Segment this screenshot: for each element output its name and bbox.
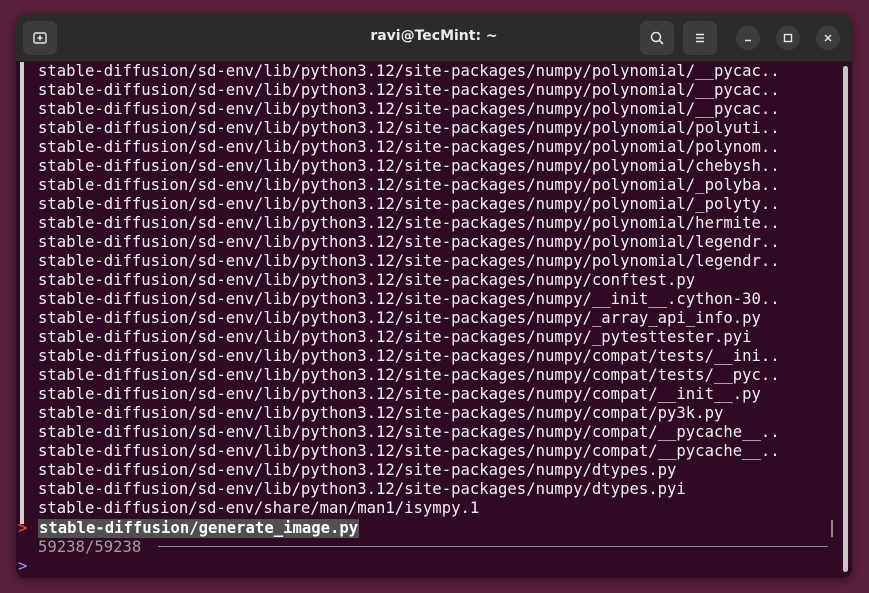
list-item[interactable]: stable-diffusion/sd-env/lib/python3.12/s… [38,100,780,119]
list-item[interactable]: stable-diffusion/sd-env/lib/python3.12/s… [38,176,780,195]
list-item[interactable]: stable-diffusion/sd-env/lib/python3.12/s… [38,157,780,176]
list-item[interactable]: stable-diffusion/sd-env/lib/python3.12/s… [38,195,780,214]
title-bar: ravi@TecMint: ~ [16,14,852,62]
list-item[interactable]: stable-diffusion/sd-env/share/man/man1/i… [38,499,479,518]
close-icon [824,34,832,42]
menu-button[interactable] [683,21,717,55]
search-icon [650,31,664,45]
terminal-output[interactable]: stable-diffusion/sd-env/lib/python3.12/s… [16,62,852,578]
selected-row[interactable]: > stable-diffusion/generate_image.py [16,519,852,538]
scrollbar[interactable] [843,66,848,572]
minimize-button[interactable] [736,26,760,50]
list-item[interactable]: stable-diffusion/sd-env/lib/python3.12/s… [38,423,780,442]
selection-pointer: > [18,519,28,537]
count-divider [158,546,828,547]
selected-file[interactable]: stable-diffusion/generate_image.py [38,519,360,538]
list-item[interactable]: stable-diffusion/sd-env/lib/python3.12/s… [38,309,761,328]
list-item[interactable]: stable-diffusion/sd-env/lib/python3.12/s… [38,480,686,499]
hamburger-menu-icon [696,33,704,43]
list-item[interactable]: stable-diffusion/sd-env/lib/python3.12/s… [38,461,676,480]
minimize-icon [745,39,751,42]
list-item[interactable]: stable-diffusion/sd-env/lib/python3.12/s… [38,328,752,347]
list-item[interactable]: stable-diffusion/sd-env/lib/python3.12/s… [38,252,780,271]
list-item[interactable]: stable-diffusion/sd-env/lib/python3.12/s… [38,385,761,404]
list-item[interactable]: stable-diffusion/sd-env/lib/python3.12/s… [38,271,695,290]
list-item[interactable]: stable-diffusion/sd-env/lib/python3.12/s… [38,404,723,423]
terminal-window: ravi@TecMint: ~ stable-diffusion/sd-env/… [16,14,852,578]
list-item[interactable]: stable-diffusion/sd-env/lib/python3.12/s… [38,138,780,157]
maximize-button[interactable] [776,26,800,50]
list-item[interactable]: stable-diffusion/sd-env/lib/python3.12/s… [38,119,780,138]
list-item[interactable]: stable-diffusion/sd-env/lib/python3.12/s… [38,347,780,366]
list-item[interactable]: stable-diffusion/sd-env/lib/python3.12/s… [38,233,780,252]
close-button[interactable] [816,26,840,50]
selection-end-marker [831,520,833,537]
list-item[interactable]: stable-diffusion/sd-env/lib/python3.12/s… [38,214,780,233]
maximize-icon [783,33,793,43]
list-item[interactable]: stable-diffusion/sd-env/lib/python3.12/s… [38,62,780,81]
window-title: ravi@TecMint: ~ [370,28,498,44]
fzf-prompt[interactable]: > [18,557,27,576]
search-button[interactable] [640,21,674,55]
match-count: 59238/59238 [38,538,142,556]
list-item[interactable]: stable-diffusion/sd-env/lib/python3.12/s… [38,366,780,385]
list-item[interactable]: stable-diffusion/sd-env/lib/python3.12/s… [38,290,780,309]
selection-gutter [20,62,24,524]
list-item[interactable]: stable-diffusion/sd-env/lib/python3.12/s… [38,442,780,461]
list-item[interactable]: stable-diffusion/sd-env/lib/python3.12/s… [38,81,780,100]
